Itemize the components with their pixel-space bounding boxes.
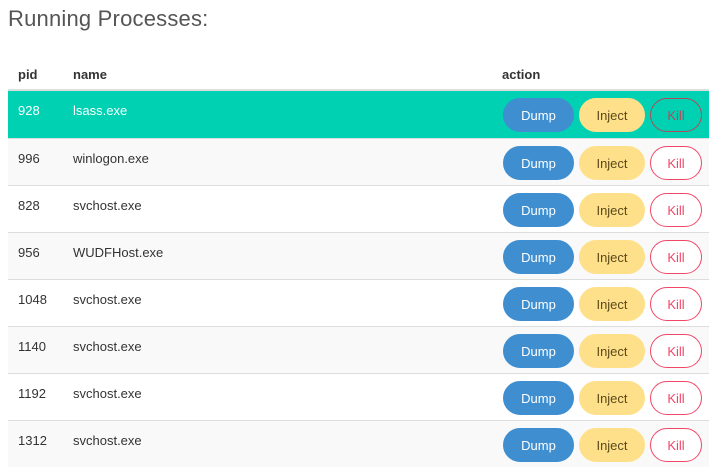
row-actions: Dump Inject Kill <box>503 287 702 321</box>
pid-cell: 996 <box>18 151 40 166</box>
dump-button[interactable]: Dump <box>503 193 574 227</box>
table-body: 928 lsass.exe Dump Inject Kill 996 winlo… <box>8 91 709 467</box>
table-row[interactable]: 1312 svchost.exe Dump Inject Kill <box>8 420 709 467</box>
dump-button[interactable]: Dump <box>503 381 574 415</box>
inject-button[interactable]: Inject <box>579 193 645 227</box>
kill-button[interactable]: Kill <box>650 287 702 321</box>
process-name-cell: winlogon.exe <box>73 151 149 166</box>
kill-button[interactable]: Kill <box>650 193 702 227</box>
pid-cell: 1140 <box>18 339 46 354</box>
kill-button[interactable]: Kill <box>650 381 702 415</box>
pid-cell: 828 <box>18 198 40 213</box>
process-name-cell: svchost.exe <box>73 198 142 213</box>
kill-button[interactable]: Kill <box>650 334 702 368</box>
table-header: pid name action <box>8 60 709 91</box>
page-title: Running Processes: <box>8 6 209 31</box>
header-name: name <box>73 67 107 82</box>
dump-button[interactable]: Dump <box>503 287 574 321</box>
dump-button[interactable]: Dump <box>503 240 574 274</box>
inject-button[interactable]: Inject <box>579 146 645 180</box>
header-pid: pid <box>18 67 38 82</box>
process-name-cell: svchost.exe <box>73 386 142 401</box>
table-row[interactable]: 1140 svchost.exe Dump Inject Kill <box>8 326 709 373</box>
process-name-cell: svchost.exe <box>73 433 142 448</box>
header-action: action <box>502 67 541 82</box>
table-row[interactable]: 956 WUDFHost.exe Dump Inject Kill <box>8 232 709 279</box>
inject-button[interactable]: Inject <box>579 287 645 321</box>
inject-button[interactable]: Inject <box>579 98 645 132</box>
inject-button[interactable]: Inject <box>579 381 645 415</box>
row-actions: Dump Inject Kill <box>503 428 702 462</box>
process-list-page: Running Processes: pid name action 928 l… <box>0 0 717 469</box>
pid-cell: 1192 <box>18 386 46 401</box>
dump-button[interactable]: Dump <box>503 334 574 368</box>
table-row[interactable]: 928 lsass.exe Dump Inject Kill <box>8 91 709 138</box>
process-name-cell: svchost.exe <box>73 339 142 354</box>
pid-cell: 1048 <box>18 292 47 307</box>
kill-button[interactable]: Kill <box>650 240 702 274</box>
table-row[interactable]: 1192 svchost.exe Dump Inject Kill <box>8 373 709 420</box>
dump-button[interactable]: Dump <box>503 428 574 462</box>
pid-cell: 1312 <box>18 433 47 448</box>
inject-button[interactable]: Inject <box>579 428 645 462</box>
process-name-cell: svchost.exe <box>73 292 142 307</box>
process-name-cell: lsass.exe <box>73 103 128 118</box>
kill-button[interactable]: Kill <box>650 428 702 462</box>
kill-button[interactable]: Kill <box>650 98 702 132</box>
dump-button[interactable]: Dump <box>503 98 574 132</box>
row-actions: Dump Inject Kill <box>503 240 702 274</box>
process-table: pid name action 928 lsass.exe Dump Injec… <box>8 60 709 467</box>
inject-button[interactable]: Inject <box>579 334 645 368</box>
row-actions: Dump Inject Kill <box>503 98 702 132</box>
dump-button[interactable]: Dump <box>503 146 574 180</box>
row-actions: Dump Inject Kill <box>503 381 702 415</box>
process-name-cell: WUDFHost.exe <box>73 245 164 260</box>
pid-cell: 928 <box>18 103 40 118</box>
kill-button[interactable]: Kill <box>650 146 702 180</box>
inject-button[interactable]: Inject <box>579 240 645 274</box>
table-row[interactable]: 996 winlogon.exe Dump Inject Kill <box>8 138 709 185</box>
row-actions: Dump Inject Kill <box>503 193 702 227</box>
row-actions: Dump Inject Kill <box>503 146 702 180</box>
table-row[interactable]: 1048 svchost.exe Dump Inject Kill <box>8 279 709 326</box>
table-row[interactable]: 828 svchost.exe Dump Inject Kill <box>8 185 709 232</box>
pid-cell: 956 <box>18 245 40 260</box>
row-actions: Dump Inject Kill <box>503 334 702 368</box>
